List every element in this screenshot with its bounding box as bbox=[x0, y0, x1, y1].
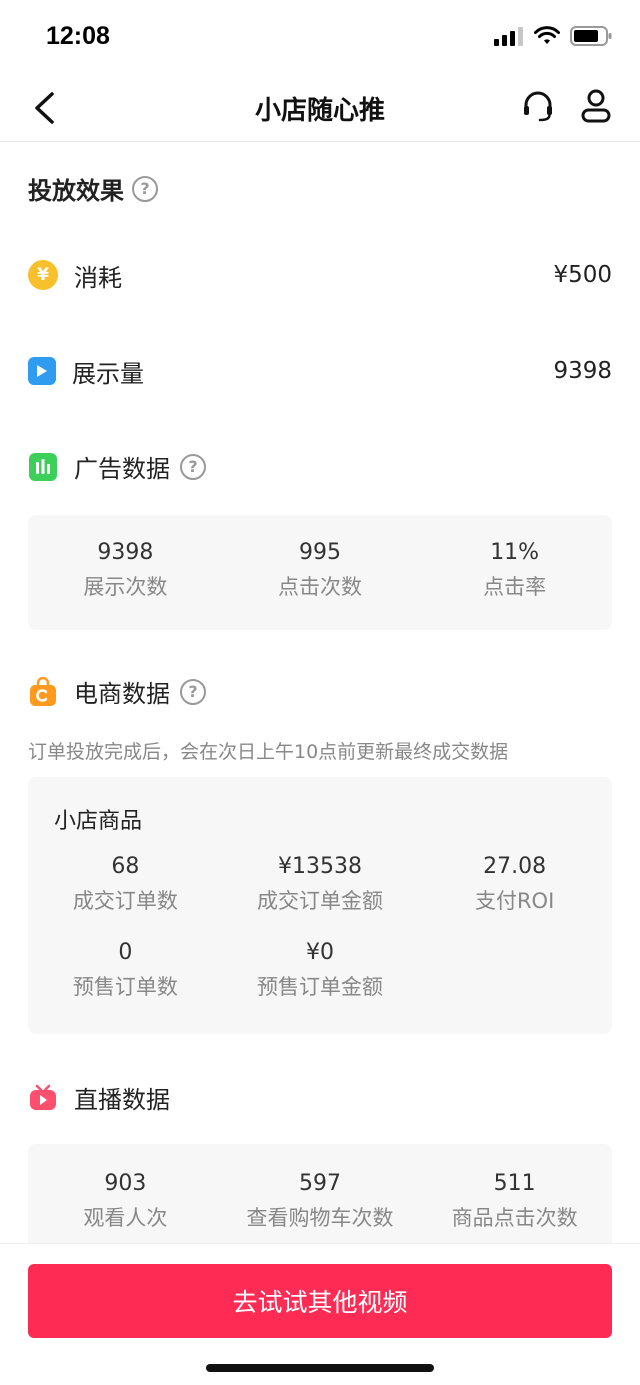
section-title-ecom-data-label: 电商数据 bbox=[74, 680, 170, 708]
stat-impression-count: 9398 展示次数 bbox=[83, 540, 168, 599]
help-icon[interactable]: ? bbox=[180, 453, 206, 480]
stat-order-count: 68 成交订单数 bbox=[72, 854, 178, 913]
metric-label-impressions: 展示量 bbox=[72, 359, 144, 388]
stat-product-click-count: 511 商品点击次数 bbox=[451, 1171, 578, 1230]
wifi-icon bbox=[534, 26, 560, 44]
section-title-effect-label: 投放效果 bbox=[28, 177, 124, 205]
stat-click-rate: 11% 点击率 bbox=[483, 540, 547, 599]
signal-icon bbox=[494, 27, 523, 46]
metric-row-impressions: 展示量 9398 bbox=[28, 351, 612, 391]
stat-order-amount: ¥13538 成交订单金额 bbox=[256, 854, 383, 913]
content-area[interactable]: 投放效果 ? ¥ 消耗 ¥500 展示量 9398 广告数据 ? 9398 展示… bbox=[0, 143, 640, 1243]
try-other-videos-button[interactable]: 去试试其他视频 bbox=[28, 1264, 612, 1338]
ad-data-card: 9398 展示次数 995 点击次数 11% 点击率 bbox=[28, 515, 612, 630]
stat-presale-order-amount: ¥0 预售订单金额 bbox=[256, 940, 383, 999]
status-bar: 12:08 bbox=[0, 0, 640, 76]
status-time: 12:08 bbox=[46, 22, 110, 50]
section-title-live-data: 直播数据 bbox=[28, 1080, 170, 1115]
battery-icon bbox=[570, 26, 612, 46]
section-title-ad-data-label: 广告数据 bbox=[74, 455, 170, 483]
headset-icon bbox=[524, 91, 552, 122]
section-title-live-data-label: 直播数据 bbox=[74, 1086, 170, 1114]
play-icon bbox=[28, 357, 56, 385]
stat-empty bbox=[417, 937, 612, 1005]
ecom-data-card: 小店商品 68 成交订单数 ¥13538 成交订单金额 27.08 支付ROI … bbox=[28, 777, 612, 1034]
user-icon bbox=[581, 89, 611, 123]
shopping-bag-icon bbox=[28, 676, 58, 707]
help-icon[interactable]: ? bbox=[180, 678, 206, 705]
home-indicator[interactable] bbox=[206, 1364, 434, 1372]
status-icons bbox=[494, 26, 612, 46]
metric-label-consume: 消耗 bbox=[74, 263, 122, 292]
stat-click-count: 995 点击次数 bbox=[277, 540, 362, 599]
section-title-effect: 投放效果 ? bbox=[28, 171, 158, 206]
metric-row-consume: ¥ 消耗 ¥500 bbox=[28, 255, 612, 295]
help-icon[interactable]: ? bbox=[132, 175, 158, 202]
bottom-bar: 去试试其他视频 bbox=[0, 1243, 640, 1385]
tv-icon bbox=[28, 1083, 58, 1113]
section-title-ad-data: 广告数据 ? bbox=[28, 449, 206, 484]
stat-view-count: 903 观看人次 bbox=[83, 1171, 168, 1230]
ecom-data-note: 订单投放完成后，会在次日上午10点前更新最终成交数据 bbox=[28, 741, 509, 763]
customer-service-button[interactable] bbox=[518, 86, 558, 126]
user-profile-button[interactable] bbox=[576, 86, 616, 126]
stat-presale-order-count: 0 预售订单数 bbox=[72, 940, 178, 999]
stat-pay-roi: 27.08 支付ROI bbox=[474, 854, 555, 913]
coin-icon: ¥ bbox=[28, 260, 58, 290]
bar-chart-icon bbox=[28, 452, 58, 482]
stat-cart-view-count: 597 查看购物车次数 bbox=[246, 1171, 394, 1230]
live-data-card: 903 观看人次 597 查看购物车次数 511 商品点击次数 bbox=[28, 1144, 612, 1243]
metric-value-consume: ¥500 bbox=[553, 262, 612, 288]
section-title-ecom-data: 电商数据 ? bbox=[28, 674, 206, 709]
shop-products-title: 小店商品 bbox=[54, 809, 143, 834]
metric-value-impressions: 9398 bbox=[553, 358, 612, 384]
nav-bar: 小店随心推 bbox=[0, 76, 640, 142]
